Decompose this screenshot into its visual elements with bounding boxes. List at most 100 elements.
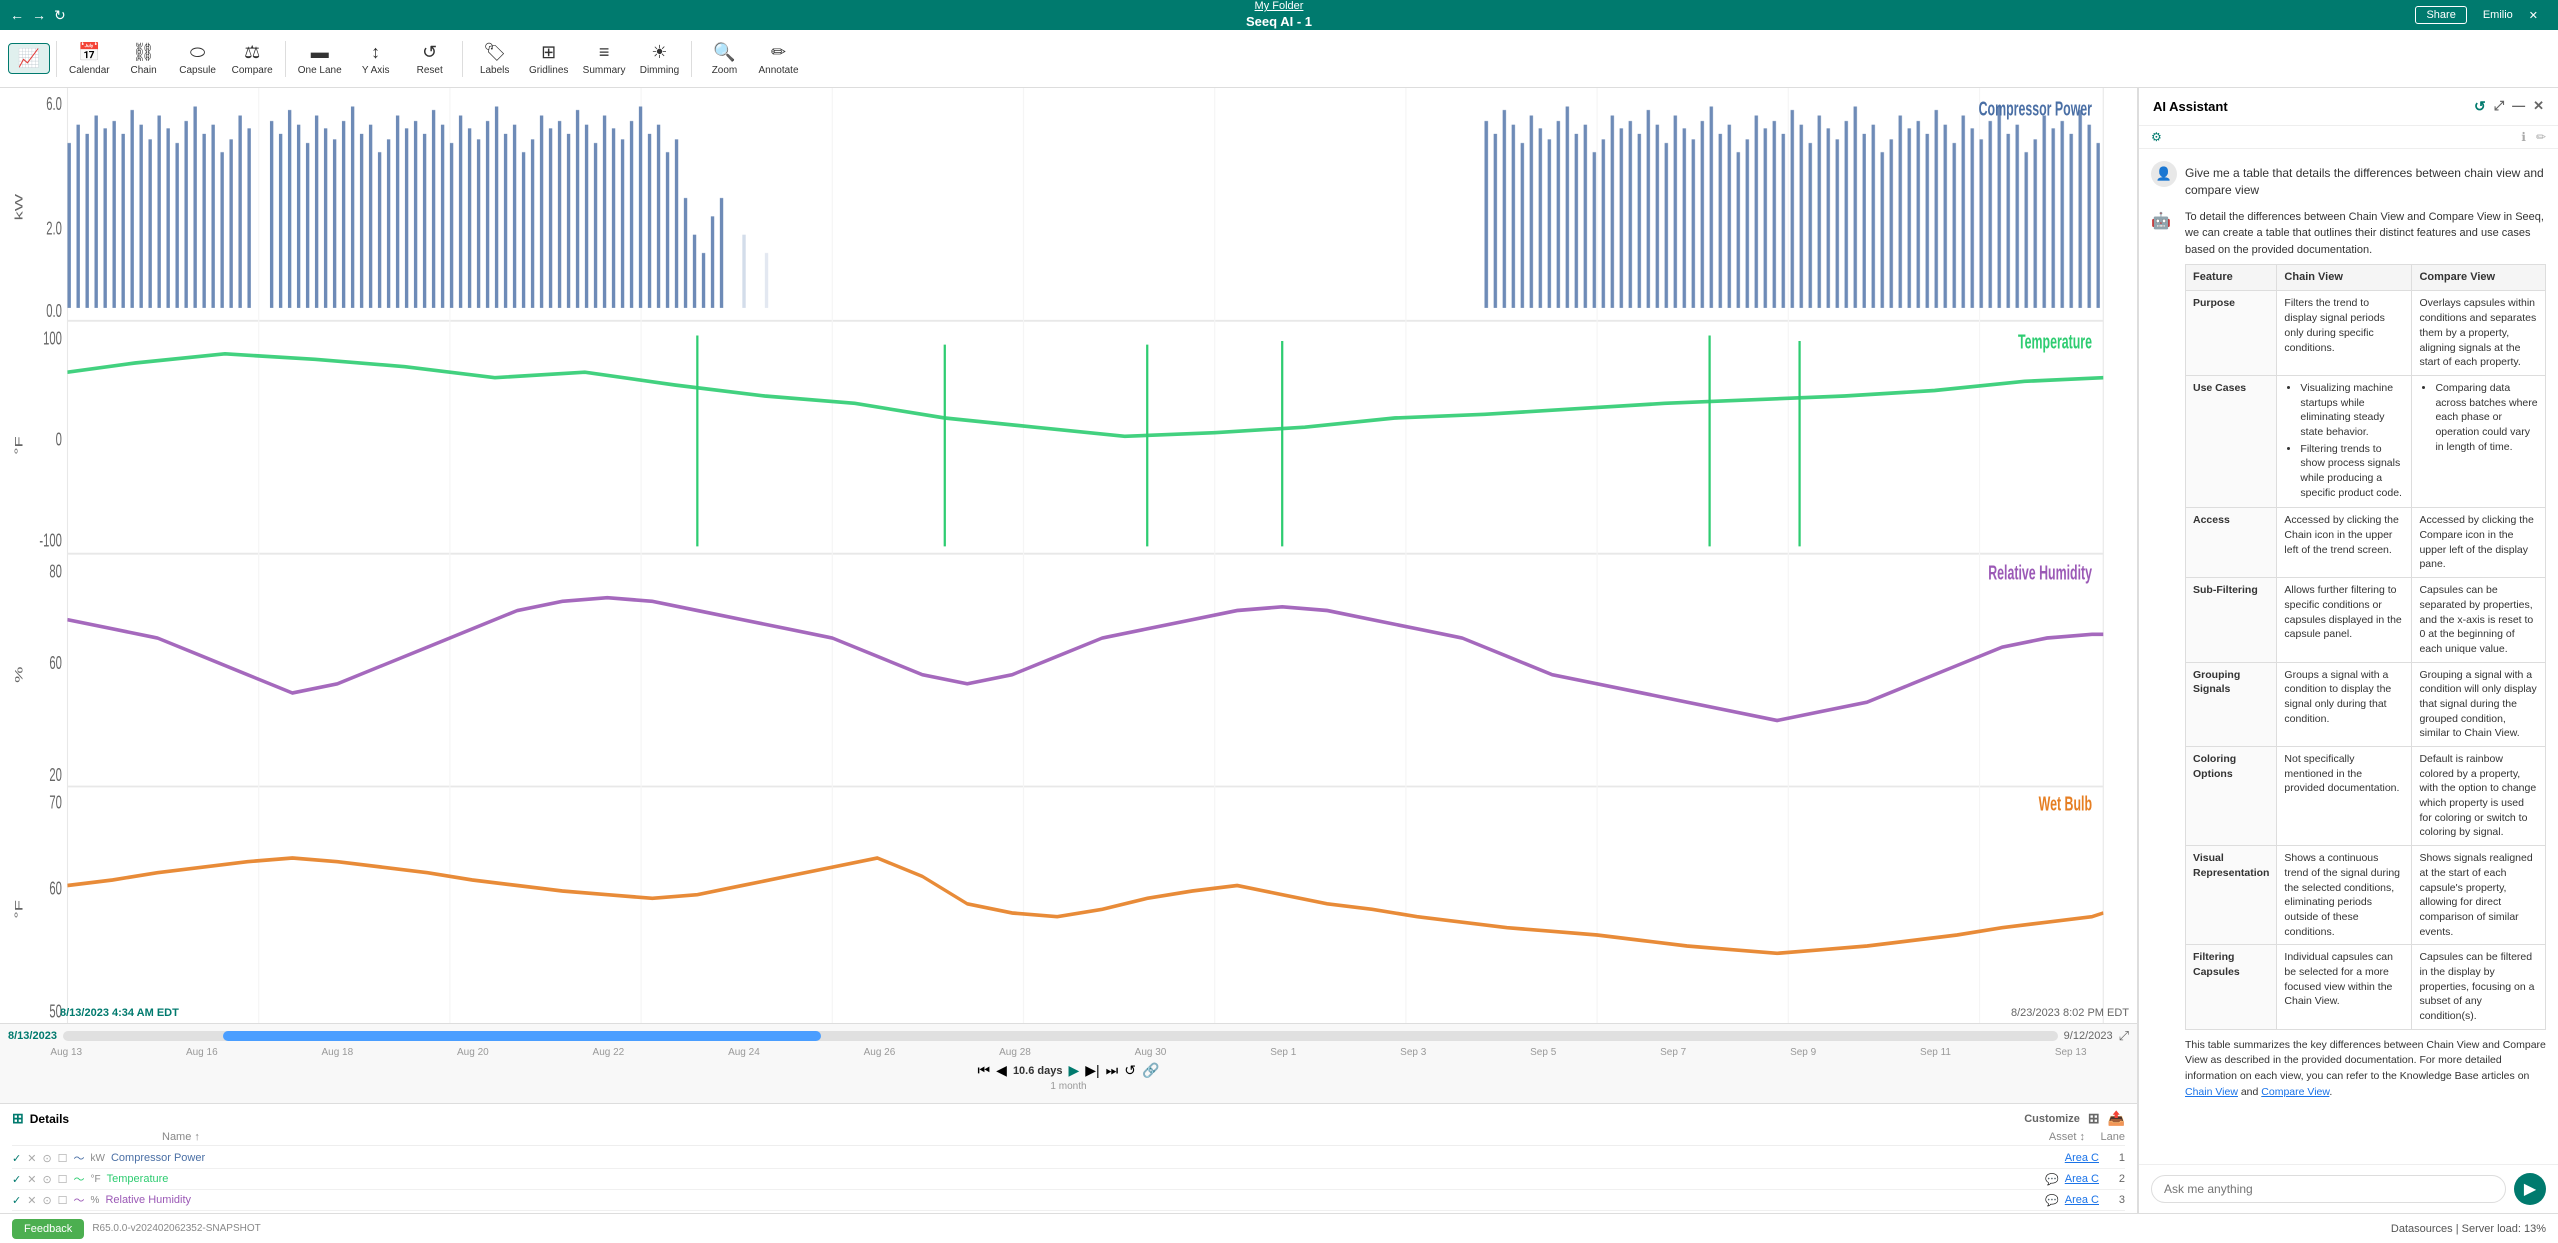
- customize-button[interactable]: Customize: [2024, 1113, 2080, 1125]
- svg-text:60: 60: [49, 879, 62, 899]
- table-row-coloring: Coloring Options Not specifically mentio…: [2186, 747, 2546, 846]
- table-row-filtering: Filtering Capsules Individual capsules c…: [2186, 945, 2546, 1029]
- folder-breadcrumb[interactable]: My Folder: [1255, 0, 1304, 14]
- compare-icon: ⚖: [244, 42, 260, 63]
- comparison-table: Feature Chain View Compare View Purpose …: [2185, 264, 2546, 1030]
- gridlines-icon: ⊞: [541, 42, 556, 63]
- compare-button[interactable]: ⚖ Compare: [226, 35, 279, 83]
- y-axis-icon: ↕: [371, 42, 380, 63]
- reset-icon: ↺: [422, 42, 437, 63]
- table-row-usecases: Use Cases Visualizing machine startups w…: [2186, 375, 2546, 508]
- ai-send-button[interactable]: ▶: [2514, 1173, 2546, 1205]
- next-button[interactable]: ▶|: [1085, 1062, 1099, 1079]
- server-status: Datasources | Server load: 13%: [2391, 1223, 2546, 1235]
- ai-minimize-icon[interactable]: —: [2512, 98, 2525, 115]
- chart-svg: 6.0 2.0 0.0 kW 100 0 -100 °F 80 60 20 % …: [0, 88, 2137, 1023]
- topbar-close-icon[interactable]: ✕: [2529, 9, 2538, 22]
- summary-button[interactable]: ≡ Summary: [577, 35, 632, 83]
- timeline-bar[interactable]: [63, 1031, 2058, 1041]
- nav-forward-icon[interactable]: →: [32, 7, 46, 24]
- ai-intro-text: To detail the differences between Chain …: [2185, 209, 2546, 259]
- timeline-labels: Aug 13Aug 16Aug 18Aug 20Aug 22Aug 24Aug …: [8, 1047, 2129, 1058]
- chart-start-date: 8/13/2023 4:34 AM EDT: [60, 1007, 179, 1019]
- ai-input-field[interactable]: [2151, 1175, 2506, 1203]
- svg-text:70: 70: [49, 793, 62, 813]
- toolbar: 📈 📅 Calendar ⛓ Chain ⬭ Capsule ⚖ Compare…: [0, 30, 2558, 88]
- chart-area: 6.0 2.0 0.0 kW 100 0 -100 °F 80 60 20 % …: [0, 88, 2138, 1213]
- dimming-icon: ☀: [651, 42, 667, 63]
- expand-timeline-icon[interactable]: ⤢: [2119, 1028, 2129, 1044]
- table-row-subfiltering: Sub-Filtering Allows further filtering t…: [2186, 578, 2546, 662]
- labels-button[interactable]: 🏷 Labels: [469, 35, 521, 83]
- calendar-button[interactable]: 📅 Calendar: [63, 35, 116, 83]
- svg-text:°F: °F: [13, 900, 26, 919]
- ai-assistant-panel: AI Assistant ↺ ⤢ — ✕ ⚙ ℹ ✏ 👤 Give me a t…: [2138, 88, 2558, 1213]
- feedback-button[interactable]: Feedback: [12, 1219, 84, 1239]
- ai-info-icon[interactable]: ℹ: [2521, 130, 2526, 144]
- svg-text:Relative Humidity: Relative Humidity: [1988, 561, 2092, 584]
- details-panel: ⊞ Details Customize ⊞ 📤 Name ↑: [0, 1103, 2137, 1213]
- annotate-button[interactable]: ✏ Annotate: [752, 35, 804, 83]
- col-feature: Feature: [2186, 265, 2277, 291]
- chart-container[interactable]: 6.0 2.0 0.0 kW 100 0 -100 °F 80 60 20 % …: [0, 88, 2137, 1023]
- ai-settings-icon[interactable]: ⚙: [2151, 130, 2162, 144]
- y-axis-button[interactable]: ↕ Y Axis: [350, 35, 402, 83]
- ai-message-content: To detail the differences between Chain …: [2185, 209, 2546, 1101]
- chart-type-button[interactable]: 📈: [8, 43, 50, 74]
- one-lane-button[interactable]: ▬ One Lane: [292, 35, 348, 83]
- svg-text:100: 100: [43, 329, 62, 349]
- status-bar: Feedback R65.0.0-v202402062352-SNAPSHOT …: [0, 1213, 2558, 1243]
- period-label: 1 month: [1050, 1081, 1086, 1092]
- ai-input-area: ▶: [2139, 1164, 2558, 1213]
- ai-header: AI Assistant ↺ ⤢ — ✕: [2139, 88, 2558, 126]
- ai-expand-icon[interactable]: ⤢: [2494, 98, 2504, 115]
- details-export-icon[interactable]: 📤: [2108, 1110, 2125, 1127]
- svg-text:°F: °F: [13, 436, 26, 455]
- calendar-icon: 📅: [78, 42, 100, 63]
- end-date-label: 9/12/2023: [2064, 1030, 2113, 1042]
- chart-end-date: 8/23/2023 8:02 PM EDT: [2011, 1007, 2129, 1019]
- chain-icon: ⛓: [132, 42, 155, 63]
- svg-text:0: 0: [56, 430, 62, 450]
- share-button[interactable]: Share: [2415, 6, 2466, 24]
- summary-icon: ≡: [599, 42, 610, 63]
- compare-view-link[interactable]: Compare View: [2261, 1086, 2329, 1098]
- dimming-button[interactable]: ☀ Dimming: [633, 35, 685, 83]
- chain-button[interactable]: ⛓ Chain: [118, 35, 170, 83]
- ai-close-icon[interactable]: ✕: [2533, 98, 2544, 115]
- details-table-icon[interactable]: ⊞: [2088, 1110, 2100, 1127]
- ai-message: 🤖 To detail the differences between Chai…: [2151, 209, 2546, 1101]
- skip-forward-button[interactable]: ⏭: [1106, 1062, 1119, 1079]
- prev-button[interactable]: ◀: [996, 1062, 1007, 1079]
- ai-new-chat-icon[interactable]: ✏: [2536, 130, 2546, 144]
- ai-history-icon[interactable]: ↺: [2474, 98, 2486, 115]
- user-menu[interactable]: Emilio: [2483, 9, 2513, 21]
- svg-text:20: 20: [49, 765, 62, 785]
- play-button[interactable]: ▶: [1068, 1062, 1079, 1079]
- playback-controls: ⏮ ◀ 10.6 days ▶ ▶| ⏭ ↺ 🔗: [8, 1062, 2129, 1079]
- toolbar-separator-2: [285, 41, 286, 77]
- chain-view-link[interactable]: Chain View: [2185, 1086, 2238, 1098]
- nav-reload-icon[interactable]: ↻: [54, 7, 66, 24]
- toolbar-separator-3: [462, 41, 463, 77]
- refresh-button[interactable]: ↺: [1124, 1062, 1136, 1079]
- lane-header: Lane: [2101, 1131, 2125, 1143]
- nav-back-icon[interactable]: ←: [10, 7, 24, 24]
- top-bar: ← → ↻ My Folder Seeq AI - 1 Share Emilio…: [0, 0, 2558, 30]
- svg-text:kW: kW: [13, 193, 26, 220]
- capsule-button[interactable]: ⬭ Capsule: [172, 35, 224, 83]
- ai-bot-icon: 🤖: [2151, 209, 2177, 235]
- table-row-visual: Visual Representation Shows a continuous…: [2186, 846, 2546, 945]
- asset-header: Asset: [2049, 1131, 2077, 1143]
- gridlines-button[interactable]: ⊞ Gridlines: [523, 35, 575, 83]
- col-compare: Compare View: [2412, 265, 2546, 291]
- copy-link-button[interactable]: 🔗: [1142, 1062, 1159, 1079]
- svg-text:80: 80: [49, 562, 62, 582]
- svg-text:Wet Bulb: Wet Bulb: [2039, 792, 2092, 815]
- zoom-button[interactable]: 🔍 Zoom: [698, 35, 750, 83]
- reset-button[interactable]: ↺ Reset: [404, 35, 456, 83]
- range-label: 10.6 days: [1013, 1065, 1063, 1077]
- skip-back-button[interactable]: ⏮: [978, 1062, 991, 1079]
- toolbar-separator-1: [56, 41, 57, 77]
- one-lane-icon: ▬: [311, 42, 329, 63]
